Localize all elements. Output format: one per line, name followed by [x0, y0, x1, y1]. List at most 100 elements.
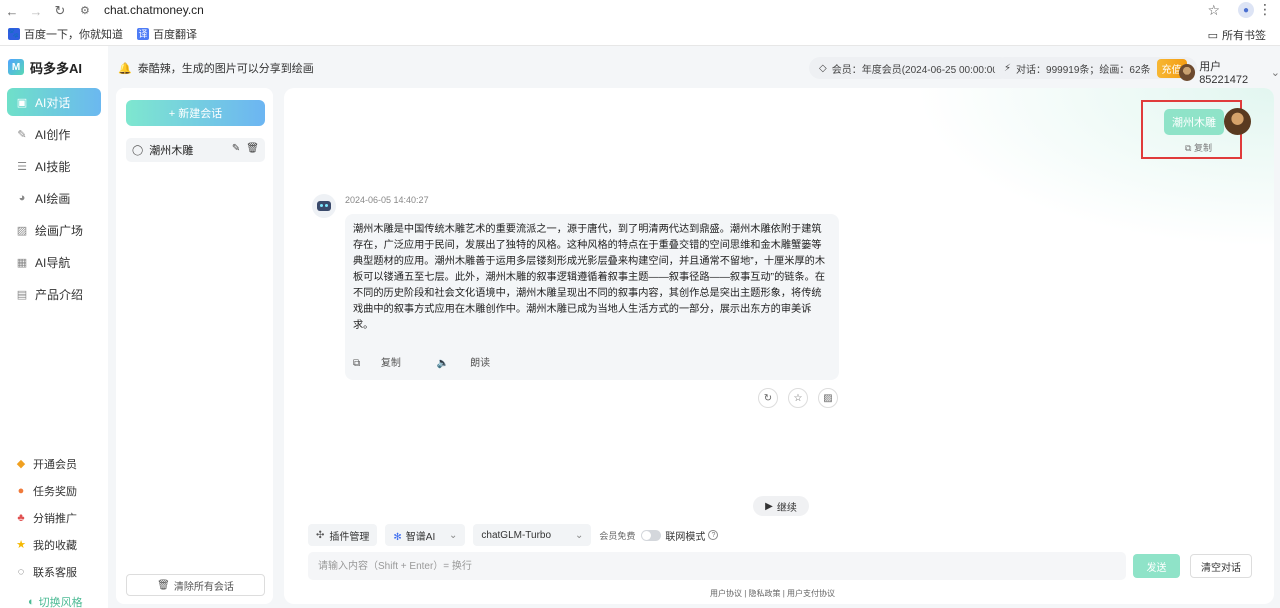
conversation-item[interactable]: ◯ 潮州木雕 ✎ 🗑: [126, 138, 265, 162]
edit-icon[interactable]: ✎: [232, 143, 240, 154]
user-copy-button[interactable]: ⧉ 复制: [1185, 141, 1212, 154]
web-mode-label: 联网模式: [665, 531, 706, 543]
play-icon: ▶: [765, 500, 773, 512]
chevron-down-icon: ⌄: [449, 529, 458, 541]
clear-chat-button[interactable]: 清空对话: [1190, 554, 1252, 578]
app-logo[interactable]: M 码多多AI: [0, 46, 108, 88]
chat-icon: ▣: [16, 96, 28, 109]
chat-main: 潮州木雕 ⧉ 复制 2024-06-05 14:40:27 潮州木雕是中国传统木…: [284, 88, 1274, 604]
bot-message-bubble: 潮州木雕是中国传统木雕艺术的重要流派之一，源于唐代，到了明清两代达到鼎盛。潮州木…: [345, 214, 839, 380]
diamond-outline-icon: ◇: [819, 62, 827, 74]
sidebar-item-ai-drawing[interactable]: ◕ AI绘画: [7, 184, 101, 212]
bookmark-baidu[interactable]: 🐾 百度一下，你就知道: [8, 26, 123, 42]
notice-bar: 🔔 泰酷辣，生成的图片可以分享到绘画: [118, 62, 314, 76]
top-bar: 🔔 泰酷辣，生成的图片可以分享到绘画 ◇ 会员：年度会员(2024-06-25 …: [108, 46, 1280, 88]
sidebar-item-referral[interactable]: ♣ 分销推广: [0, 504, 108, 531]
logo-icon: M: [8, 59, 24, 75]
message-timestamp: 2024-06-05 14:40:27: [345, 195, 429, 205]
bot-message-text: 潮州木雕是中国传统木雕艺术的重要流派之一，源于唐代，到了明清两代达到鼎盛。潮州木…: [353, 224, 826, 331]
pen-icon: ✎: [17, 128, 27, 141]
puzzle-icon: ✣: [316, 529, 325, 541]
copy-icon: ⧉: [1185, 143, 1192, 153]
plugin-manager-button[interactable]: ✣ 插件管理: [308, 524, 378, 546]
network-icon: ♣: [17, 511, 25, 524]
new-chat-button[interactable]: + 新建会话: [126, 100, 265, 126]
theme-switch[interactable]: ◐ 切换风格: [28, 594, 83, 608]
user-avatar: [1224, 108, 1251, 135]
bookmarks-bar: 🐾 百度一下，你就知道 译 百度翻译 ▭ 所有书签: [0, 22, 1280, 46]
membership-status[interactable]: ◇ 会员：年度会员(2024-06-25 00:00:00): [809, 57, 1012, 79]
doc-icon: ▤: [16, 288, 28, 301]
translate-icon: 译: [137, 27, 149, 40]
regenerate-icon[interactable]: ↻: [758, 388, 778, 408]
user-message-bubble: 潮州木雕: [1164, 109, 1224, 135]
all-bookmarks[interactable]: ▭ 所有书签: [1208, 27, 1266, 43]
sidebar-item-membership[interactable]: ◆ 开通会员: [0, 450, 108, 477]
composer-toolbar: ✣ 插件管理 ✻ 智谱AI ⌄ chatGLM-Turbo ⌄ 会员免费 联网模式…: [308, 524, 719, 546]
continue-button[interactable]: ▶ 继续: [753, 496, 809, 516]
help-icon[interactable]: ?: [708, 530, 719, 540]
chevron-down-icon: ⌄: [575, 529, 584, 541]
sidebar-item-ai-create[interactable]: ✎ AI创作: [7, 120, 101, 148]
forward-icon[interactable]: →: [24, 1, 48, 21]
sidebar-item-tasks[interactable]: ● 任务奖励: [0, 477, 108, 504]
bookmark-baidu-translate[interactable]: 译 百度翻译: [137, 26, 197, 42]
sidebar-item-ai-skills[interactable]: ☰ AI技能: [7, 152, 101, 180]
conversation-panel: + 新建会话 ◯ 潮州木雕 ✎ 🗑 🗑 清除所有会话: [116, 88, 273, 604]
speaker-icon: 🔈: [436, 358, 450, 369]
bell-icon: 🔔: [118, 62, 132, 75]
sidebar-bottom-menu: ◆ 开通会员 ● 任务奖励 ♣ 分销推广 ★ 我的收藏 ◌ 联系客服: [0, 450, 108, 585]
bot-avatar: [312, 194, 336, 218]
reload-icon[interactable]: ↻: [48, 1, 72, 21]
star-icon: ★: [16, 539, 26, 551]
message-tools: ↻ ☆ ▨: [758, 388, 848, 408]
model-select[interactable]: chatGLM-Turbo ⌄: [473, 524, 592, 546]
copy-icon: ⧉: [353, 358, 361, 369]
bot-message-actions: ⧉ 复制 🔈 朗读: [353, 356, 526, 372]
zhipu-logo-icon: ✻: [393, 531, 402, 543]
sidebar-item-product[interactable]: ▤ 产品介绍: [7, 280, 101, 308]
palette-icon: ◕: [18, 192, 26, 204]
back-icon[interactable]: ←: [0, 1, 24, 21]
bolt-icon: ⚡: [1004, 62, 1012, 74]
grid-icon: ▦: [16, 256, 28, 269]
user-menu[interactable]: 用户85221472 ⌄: [1179, 58, 1280, 86]
provider-select[interactable]: ✻ 智谱AI ⌄: [385, 524, 466, 546]
address-bar[interactable]: ⚙ chat.chatmoney.cn: [80, 0, 1230, 20]
sidebar-item-ai-nav[interactable]: ▦ AI导航: [7, 248, 101, 276]
share-image-icon[interactable]: ▨: [818, 388, 838, 408]
web-mode-toggle[interactable]: [641, 529, 662, 541]
diamond-icon: ◆: [16, 458, 26, 470]
image-icon: ▨: [16, 224, 28, 237]
footer-links[interactable]: 用户协议 | 隐私政策 | 用户支付协议: [710, 588, 835, 599]
sidebar-item-gallery[interactable]: ▨ 绘画广场: [7, 216, 101, 244]
app-root: M 码多多AI ▣ AI对话 ✎ AI创作 ☰ AI技能 ◕ AI绘画 ▨ 绘画…: [0, 46, 1280, 608]
theme-icon: ◐: [28, 596, 35, 608]
bot-copy-button[interactable]: ⧉ 复制: [353, 356, 419, 372]
usage-stats: ⚡ 对话：999919条；绘画：62条 充值: [994, 57, 1197, 79]
sidebar: M 码多多AI ▣ AI对话 ✎ AI创作 ☰ AI技能 ◕ AI绘画 ▨ 绘画…: [0, 46, 108, 608]
trash-icon[interactable]: 🗑: [246, 143, 259, 154]
send-button[interactable]: 发送: [1133, 554, 1180, 578]
chat-bubble-icon: ◯: [132, 144, 144, 156]
favorite-icon[interactable]: ☆: [788, 388, 808, 408]
browser-menu-icon[interactable]: ⋮: [1258, 1, 1272, 18]
avatar: [1179, 63, 1196, 81]
browser-profile-icon[interactable]: ●: [1238, 2, 1254, 18]
clear-all-conversations-button[interactable]: 🗑 清除所有会话: [126, 574, 265, 596]
bookmark-star-icon[interactable]: ☆: [1207, 2, 1220, 19]
message-input[interactable]: [308, 552, 1126, 580]
bot-read-button[interactable]: 🔈 朗读: [437, 356, 508, 372]
trash-icon: 🗑: [157, 579, 170, 591]
chevron-down-icon: ⌄: [1270, 66, 1280, 79]
sidebar-item-support[interactable]: ◌ 联系客服: [0, 558, 108, 585]
sidebar-item-favorites[interactable]: ★ 我的收藏: [0, 531, 108, 558]
member-free-label: 会员免费: [599, 530, 636, 541]
folder-icon: ▭: [1207, 29, 1218, 42]
headset-icon: ◌: [17, 565, 25, 578]
browser-toolbar: ← → ↻ ⚙ chat.chatmoney.cn ☆ ● ⋮: [0, 0, 1280, 22]
baidu-paw-icon: 🐾: [8, 27, 20, 40]
url-text: chat.chatmoney.cn: [104, 3, 204, 17]
sidebar-item-ai-chat[interactable]: ▣ AI对话: [7, 88, 101, 116]
site-settings-icon[interactable]: ⚙: [80, 4, 96, 17]
